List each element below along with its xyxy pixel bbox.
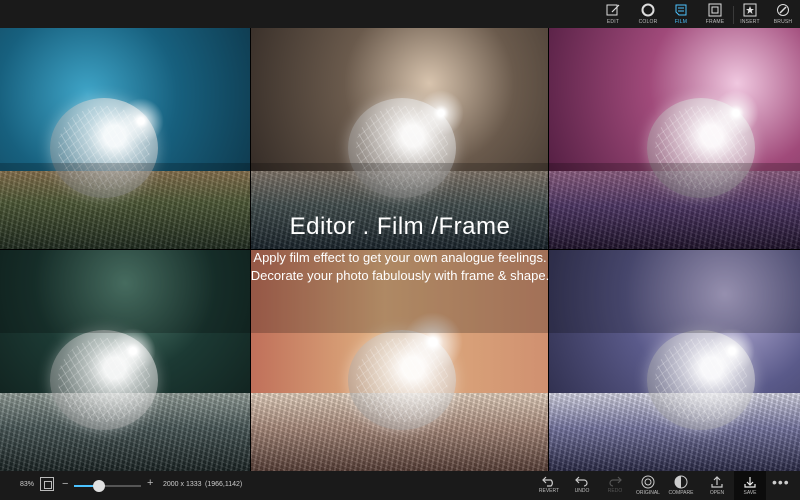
top-toolbar: EDIT COLOR FILM FRAME INSERT BRUSH [0, 0, 800, 28]
color-label: COLOR [638, 19, 658, 25]
photo-canvas[interactable]: Editor . Film /Frame Apply film effect t… [0, 28, 800, 471]
promo-title: Editor . Film /Frame [289, 213, 511, 240]
redo-label: REDO [607, 488, 623, 494]
fit-to-screen-icon[interactable] [40, 477, 54, 491]
compare-button[interactable]: COMPARE [665, 474, 697, 499]
redo-button[interactable]: REDO [599, 474, 631, 499]
bottom-toolbar: 83% − + 2000 x 1333 (1966,1142) REVERT U… [0, 471, 800, 500]
brush-icon [777, 4, 789, 16]
redo-icon [609, 476, 622, 487]
promo-line-2: Decorate your photo fabulously with fram… [250, 268, 550, 283]
film-icon [675, 4, 687, 16]
original-label: ORIGINAL [636, 490, 660, 496]
zoom-slider-thumb[interactable] [93, 480, 106, 492]
undo-label: UNDO [574, 488, 590, 494]
brush-label: BRUSH [773, 19, 793, 25]
edit-label: EDIT [606, 19, 620, 25]
zoom-slider[interactable] [74, 480, 141, 492]
save-label: SAVE [743, 490, 757, 496]
promo-overlay [0, 163, 800, 333]
open-icon [711, 476, 723, 488]
more-options-icon[interactable]: ••• [772, 474, 790, 490]
frame-icon [708, 3, 722, 17]
frame-tool[interactable]: FRAME [700, 2, 730, 28]
film-label: FILM [674, 19, 688, 25]
open-button[interactable]: OPEN [701, 474, 733, 499]
open-label: OPEN [709, 490, 725, 496]
compare-icon [674, 475, 688, 489]
edit-icon [606, 4, 620, 16]
original-button[interactable]: ORIGINAL [632, 474, 664, 499]
insert-label: INSERT [740, 19, 760, 25]
undo-icon [575, 476, 588, 487]
undo-button[interactable]: UNDO [566, 474, 598, 499]
original-icon [641, 475, 655, 489]
revert-icon [542, 476, 553, 487]
brush-tool[interactable]: BRUSH [768, 2, 798, 28]
revert-label: REVERT [538, 488, 560, 494]
edit-tool[interactable]: EDIT [598, 2, 628, 28]
image-dimensions: 2000 x 1333 [163, 481, 202, 488]
zoom-out-button[interactable]: − [62, 478, 68, 490]
zoom-value: 83% [20, 481, 35, 488]
save-button[interactable]: SAVE [734, 471, 766, 500]
insert-tool[interactable]: INSERT [735, 2, 765, 28]
zoom-in-button[interactable]: + [147, 477, 153, 489]
compare-label: COMPARE [668, 490, 694, 496]
toolbar-divider [733, 6, 734, 24]
insert-icon [743, 3, 757, 17]
promo-line-1: Apply film effect to get your own analog… [253, 250, 547, 265]
cursor-coordinates: (1966,1142) [205, 481, 243, 488]
color-icon [641, 3, 655, 17]
color-tool[interactable]: COLOR [633, 2, 663, 28]
revert-button[interactable]: REVERT [533, 474, 565, 499]
frame-label: FRAME [705, 19, 725, 25]
film-tool[interactable]: FILM [666, 2, 696, 28]
save-icon [744, 477, 756, 488]
